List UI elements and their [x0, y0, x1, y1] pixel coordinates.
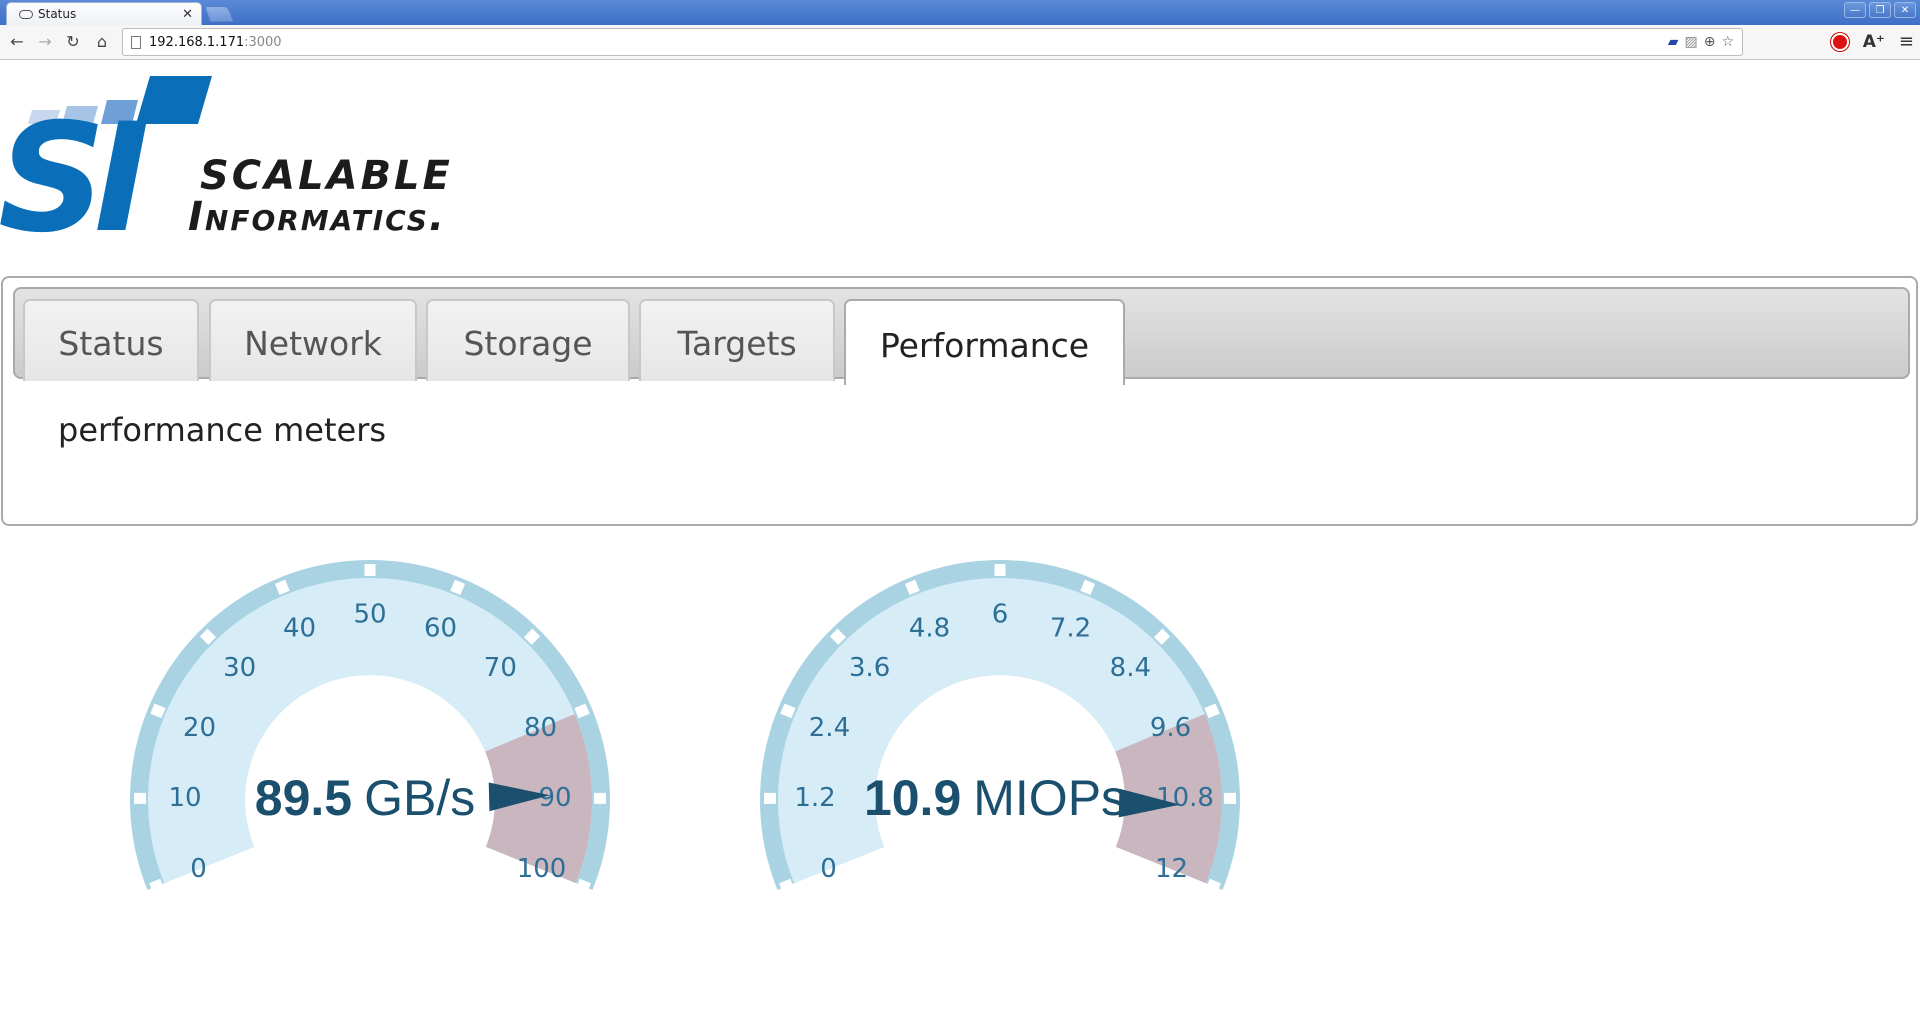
close-window-button[interactable]: ✕ — [1894, 2, 1916, 18]
window-controls: — ❐ ✕ — [1844, 2, 1916, 18]
browser-toolbar: ← → ↻ ⌂ 192.168.1.171 :3000 ▰ ▨ ⊕ ☆ A⁺ ≡ — [0, 25, 1920, 60]
panel-title: performance meters — [58, 411, 387, 449]
gauge-tick-mark — [450, 579, 466, 595]
gauge-tick-label: 4.8 — [909, 613, 950, 643]
tab-strip: Status Network Storage Targets Performan… — [13, 287, 1910, 385]
tab-network[interactable]: Network — [209, 299, 417, 381]
browser-titlebar: Status ✕ — ❐ ✕ — [0, 0, 1920, 25]
gauge-tick-label: 80 — [524, 713, 557, 743]
tab-targets[interactable]: Targets — [639, 299, 835, 381]
gauge-tick-label: 6 — [992, 600, 1009, 630]
gauge-tick-label: 2.4 — [809, 713, 850, 743]
gauge-tick-label: 20 — [183, 713, 216, 743]
gauge-tick-mark — [1205, 878, 1221, 894]
gauge-tick-mark — [1153, 628, 1171, 645]
forward-icon[interactable]: → — [34, 32, 56, 51]
gauge-tick-label: 9.6 — [1150, 713, 1191, 743]
gauge-tick-mark — [274, 579, 290, 595]
font-size-icon[interactable]: A⁺ — [1863, 32, 1885, 52]
tab-performance[interactable]: Performance — [844, 299, 1125, 385]
browser-tab[interactable]: Status ✕ — [6, 2, 202, 25]
logo-line2: Informatics. — [188, 194, 446, 237]
gauge-unit: MIOPs — [973, 770, 1126, 826]
gauge-tick-label: 50 — [353, 600, 386, 630]
gauge-svg: 010203040 50 6070809010089.5 GB/s — [130, 560, 610, 894]
new-tab-button[interactable] — [204, 6, 234, 22]
zoom-icon[interactable]: ⊕ — [1704, 34, 1716, 50]
logo-mark: SI — [0, 92, 147, 237]
address-bar[interactable]: 192.168.1.171 :3000 ▰ ▨ ⊕ ☆ — [122, 28, 1743, 56]
back-icon[interactable]: ← — [6, 32, 28, 51]
logo-line1: Scalable — [200, 153, 453, 199]
flash-icon[interactable]: ▨ — [1684, 34, 1697, 50]
gauge-tick-label: 10.8 — [1156, 783, 1214, 813]
company-logo: SI Scalable Informatics. — [0, 62, 545, 266]
bookmark-star-icon[interactable]: ☆ — [1721, 34, 1734, 50]
minimize-button[interactable]: — — [1844, 2, 1866, 18]
url-host: 192.168.1.171 — [149, 34, 245, 50]
tab-storage[interactable]: Storage — [426, 299, 630, 381]
gauge-tick-label: 30 — [223, 653, 256, 683]
gauge-unit: GB/s — [364, 770, 475, 826]
close-tab-icon[interactable]: ✕ — [182, 7, 193, 22]
gauge-tick-label: 60 — [424, 613, 457, 643]
extension-icon[interactable]: ▰ — [1668, 34, 1679, 50]
gauge-tick-mark — [575, 878, 591, 894]
gauge-tick-mark — [149, 878, 165, 894]
gauge-tick-label: 90 — [538, 783, 571, 813]
gauge-value-readout: 89.5 GB/s — [255, 770, 475, 826]
gauge-value-readout: 10.9 MIOPs — [864, 770, 1126, 826]
gauge-tick-label: 3.6 — [849, 653, 890, 683]
gauge-tick-mark — [780, 703, 796, 719]
gauge-tick-label: 70 — [484, 653, 517, 683]
cloud-icon — [19, 9, 33, 19]
reload-icon[interactable]: ↻ — [62, 32, 84, 51]
gauge-tick-label: 40 — [283, 613, 316, 643]
gauge-tick-label: 100 — [517, 854, 567, 884]
tabs-widget: Status Network Storage Targets Performan… — [1, 276, 1918, 526]
gauge-value: 10.9 — [864, 770, 961, 826]
gauge-tick-mark — [779, 878, 795, 894]
restore-button[interactable]: ❐ — [1869, 2, 1891, 18]
browser-tab-title: Status — [38, 7, 77, 21]
bandwidth-gauge: 0 10 20 30 40 50 60 70 80 90 100 89.5 GB/s — [120, 555, 620, 915]
adblock-icon[interactable] — [1830, 32, 1849, 51]
iops-gauge: 0 1.2 2.4 3.6 4.8 6 7.2 8.4 9.6 10.8 12 10.9 MIOPs — [750, 555, 1250, 915]
gauge-tick-mark — [199, 628, 217, 645]
gauge-tick-label: 8.4 — [1110, 653, 1151, 683]
url-port: :3000 — [244, 34, 282, 50]
gauge-tick-label: 0 — [820, 854, 837, 884]
gauge-tick-mark — [150, 703, 166, 719]
gauge-tick-label: 1.2 — [794, 783, 835, 813]
gauge-tick-mark — [829, 628, 847, 645]
gauge-tick-mark — [1080, 579, 1096, 595]
gauge-tick-mark — [904, 579, 920, 595]
page-icon — [131, 35, 141, 49]
tab-status[interactable]: Status — [23, 299, 199, 381]
gauge-tick-mark — [1204, 703, 1220, 719]
home-icon[interactable]: ⌂ — [91, 32, 113, 51]
gauge-tick-mark — [523, 628, 541, 645]
gauge-tick-mark — [574, 703, 590, 719]
gauge-tick-label: 7.2 — [1050, 613, 1091, 643]
gauge-tick-label: 10 — [168, 783, 201, 813]
menu-icon[interactable]: ≡ — [1899, 31, 1914, 52]
gauge-value: 89.5 — [255, 770, 352, 826]
gauge-tick-label: 12 — [1155, 854, 1188, 884]
gauge-tick-label: 0 — [190, 854, 207, 884]
gauge-svg: 0 1.2 2.4 3.6 4.8 6 7.2 8.4 9.6 10.8 12 10.9 MIOPs — [760, 560, 1240, 894]
